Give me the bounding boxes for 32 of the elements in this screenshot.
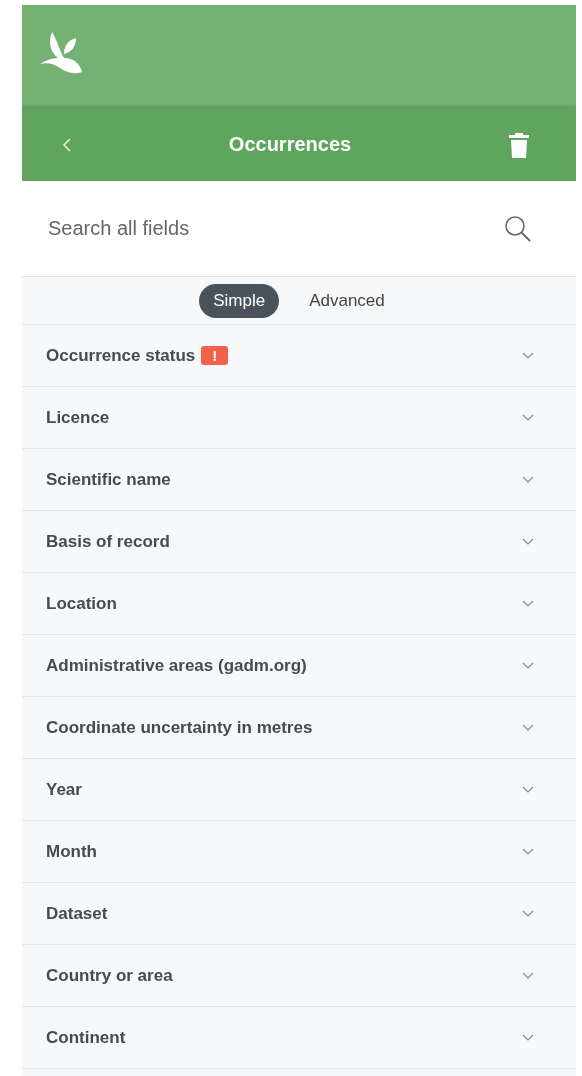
mode-tab[interactable]: Simple <box>199 283 280 318</box>
chevron-left-icon <box>62 136 72 153</box>
filter-row[interactable]: Coordinate uncertainty in metres <box>22 697 576 759</box>
filter-row[interactable]: Basis of record <box>22 511 576 573</box>
search-icon <box>504 214 532 243</box>
toolbar-title: Occurrences <box>228 133 352 156</box>
filter-label: Licence <box>46 407 110 428</box>
filter-row[interactable]: Scientific name <box>22 449 576 511</box>
filter-label: Dataset <box>46 903 108 924</box>
filter-label: Year <box>46 779 82 800</box>
filter-row[interactable]: Month <box>22 821 576 883</box>
filter-row[interactable]: Administrative areas (gadm.org) <box>22 635 576 697</box>
filter-label: Basis of record <box>46 531 170 552</box>
filter-label: Location <box>46 593 117 614</box>
filter-label: Scientific name <box>46 469 171 490</box>
filter-label: Administrative areas (gadm.org) <box>46 655 307 676</box>
filter-row[interactable]: Year <box>22 759 576 821</box>
filter-label: Occurrence status <box>46 345 196 366</box>
filter-row[interactable]: Dataset <box>22 883 576 945</box>
filter-label: Month <box>46 841 97 862</box>
filter-row[interactable]: Licence <box>22 387 576 449</box>
filter-label: Country or area <box>46 965 173 986</box>
filter-row[interactable]: Country or area <box>22 945 576 1007</box>
filter-row[interactable]: Occurrence status ! <box>22 325 576 387</box>
trash-icon <box>508 130 530 159</box>
filter-row[interactable]: Continent <box>22 1007 576 1069</box>
filter-row[interactable]: Location <box>22 573 576 635</box>
warning-badge: ! <box>201 346 229 365</box>
mode-tab[interactable]: Advanced <box>295 283 399 318</box>
filter-label: Continent <box>46 1027 126 1048</box>
search-field[interactable]: Search all fields <box>46 216 504 241</box>
filter-label: Coordinate uncertainty in metres <box>46 717 313 738</box>
